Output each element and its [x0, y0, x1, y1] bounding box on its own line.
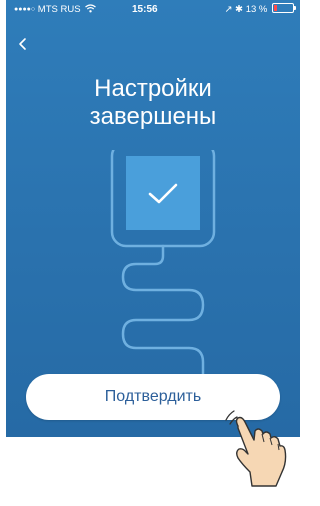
device-checkmark-icon	[110, 150, 216, 384]
tapping-hand-icon	[225, 410, 287, 487]
page-title-line-1: Настройки	[94, 75, 212, 102]
app-screen: ●●●●○ MTS RUS 15:56 ↗ ✱ 13 % Настройки з…	[6, 0, 300, 437]
page-title-line-2: завершены	[89, 103, 217, 130]
carrier-name: MTS RUS	[37, 4, 81, 15]
back-chevron-icon[interactable]	[16, 34, 30, 54]
status-bar: ●●●●○ MTS RUS 15:56 ↗ ✱ 13 %	[6, 0, 300, 20]
carrier-info: ●●●●○ MTS RUS	[14, 0, 97, 20]
signal-strength-icon: ●●●●○	[14, 6, 36, 13]
status-indicators: ↗ ✱ 13 %	[224, 0, 296, 20]
wifi-icon	[85, 4, 97, 13]
battery-percent: ↗ ✱ 13 %	[224, 4, 268, 15]
status-time: 15:56	[132, 4, 158, 15]
battery-icon	[272, 3, 296, 13]
